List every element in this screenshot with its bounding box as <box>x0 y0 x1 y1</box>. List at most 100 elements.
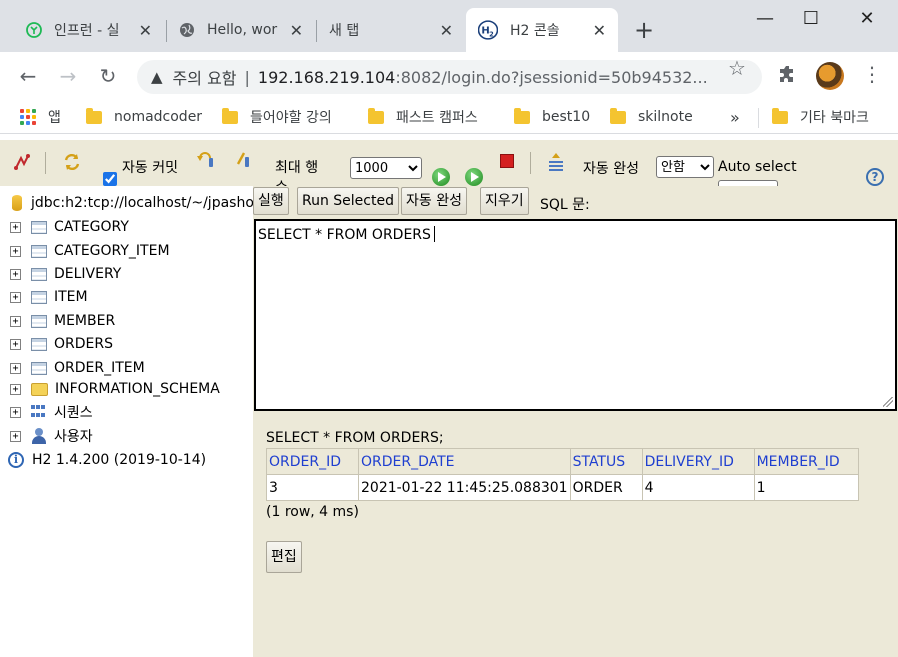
tree-table-row[interactable]: + ORDER_ITEM <box>10 358 145 378</box>
column-header[interactable]: ORDER_DATE <box>358 448 571 475</box>
expand-icon[interactable]: + <box>10 291 21 303</box>
expand-icon[interactable]: + <box>10 221 21 233</box>
version-label: H2 1.4.200 (2019-10-14) <box>32 452 207 468</box>
folder-icon <box>222 107 238 124</box>
table-cell: 1 <box>753 474 859 501</box>
bookmark-nomadcoder[interactable]: nomadcoder <box>86 106 202 128</box>
tree-table-row[interactable]: + CATEGORY <box>10 217 129 237</box>
table-icon <box>31 290 47 304</box>
user-icon <box>31 428 47 444</box>
autocomplete-select[interactable]: 안함 <box>656 156 714 178</box>
tab-new-tab[interactable]: 새 탭 ✕ <box>317 8 465 52</box>
expand-icon[interactable]: + <box>10 383 21 395</box>
url-host[interactable]: 192.168.219.104 <box>258 68 395 87</box>
close-icon[interactable]: ✕ <box>440 21 453 40</box>
svg-text:2: 2 <box>489 31 494 39</box>
execute-selected-icon[interactable] <box>465 168 483 186</box>
back-icon[interactable]: ← <box>16 64 40 88</box>
expand-icon[interactable]: + <box>10 315 21 327</box>
security-label[interactable]: 주의 요함 <box>173 65 237 89</box>
help-icon[interactable]: ? <box>866 168 884 186</box>
folder-icon <box>31 382 48 396</box>
close-icon[interactable]: ✕ <box>593 21 606 40</box>
run-selected-button[interactable]: Run Selected <box>297 187 399 215</box>
profile-avatar[interactable] <box>816 62 844 90</box>
sql-editor[interactable]: SELECT * FROM ORDERS <box>254 219 897 411</box>
minimize-icon[interactable]: — <box>742 8 788 29</box>
tree-table-row[interactable]: + CATEGORY_ITEM <box>10 241 170 261</box>
tree-table-row[interactable]: + ORDERS <box>10 334 113 354</box>
bookmarks-overflow-button[interactable]: » <box>730 106 740 128</box>
clear-button[interactable]: 지우기 <box>480 187 529 215</box>
address-bar[interactable]: ▲ 주의 요함 | 192.168.219.104:8082/login.do?… <box>137 60 762 94</box>
maximize-icon[interactable]: ☐ <box>788 8 834 29</box>
table-icon <box>31 314 47 328</box>
rollback-icon[interactable] <box>196 150 216 170</box>
expand-icon[interactable]: + <box>10 406 21 418</box>
bookmark-skilnote[interactable]: skilnote <box>610 106 693 128</box>
extensions-icon[interactable] <box>778 64 798 84</box>
forward-icon[interactable]: → <box>56 64 80 88</box>
refresh-icon[interactable] <box>62 152 82 172</box>
column-header[interactable]: ORDER_ID <box>266 448 359 475</box>
expand-icon[interactable]: + <box>10 362 21 374</box>
auto-select-label: Auto select <box>718 159 797 175</box>
autocomplete-button[interactable]: 자동 완성 <box>401 187 467 215</box>
close-icon[interactable]: ✕ <box>139 21 152 40</box>
more-menu-icon[interactable]: ⋮ <box>862 62 882 86</box>
autocommit-checkbox[interactable] <box>103 172 117 186</box>
bookmark-best10[interactable]: best10 <box>514 106 590 128</box>
column-header[interactable]: STATUS <box>569 448 643 475</box>
table-icon <box>31 267 47 281</box>
expand-icon[interactable]: + <box>10 268 21 280</box>
new-tab-button[interactable]: + <box>634 18 654 42</box>
table-cell: 4 <box>641 474 755 501</box>
reload-icon[interactable]: ↻ <box>96 64 120 88</box>
bookmark-apps[interactable]: 앱 <box>20 106 61 128</box>
run-button[interactable]: 실행 <box>253 187 289 215</box>
stop-icon[interactable] <box>500 154 514 168</box>
tree-table-row[interactable]: + DELIVERY <box>10 264 121 284</box>
column-header[interactable]: MEMBER_ID <box>753 448 859 475</box>
url-path[interactable]: :8082/login.do?jsessionid=50b94532... <box>395 68 707 87</box>
table-icon <box>31 337 47 351</box>
tree-connection[interactable]: jdbc:h2:tcp://localhost/~/jpashop <box>10 193 263 213</box>
history-icon[interactable] <box>546 152 566 172</box>
bookmark-lectures[interactable]: 들어야할 강의 <box>222 106 332 128</box>
disconnect-icon[interactable] <box>12 152 32 172</box>
tree-sequences-row[interactable]: + 시퀀스 <box>10 402 93 422</box>
bookmark-label: 앱 <box>48 110 61 126</box>
resize-handle-icon[interactable] <box>883 397 893 407</box>
info-icon: i <box>8 452 24 468</box>
tree-schema-row[interactable]: + INFORMATION_SCHEMA <box>10 379 220 399</box>
tree-table-row[interactable]: + ITEM <box>10 287 88 307</box>
table-name: MEMBER <box>54 313 116 329</box>
max-rows-select[interactable]: 1000 <box>350 157 422 179</box>
tab-h2-console[interactable]: H 2 H2 콘솔 ✕ <box>466 8 618 52</box>
autocomplete-label: 자동 완성 <box>583 161 639 177</box>
tree-table-row[interactable]: + MEMBER <box>10 311 115 331</box>
window-close-icon[interactable]: ✕ <box>844 8 890 29</box>
tab-hello-world[interactable]: Hello, wor ✕ <box>167 8 315 52</box>
bookmark-fastcampus[interactable]: 패스트 캠퍼스 <box>368 106 478 128</box>
edit-button[interactable]: 편집 <box>266 541 302 573</box>
execute-icon[interactable] <box>432 168 450 186</box>
table-name: DELIVERY <box>54 266 122 282</box>
expand-icon[interactable]: + <box>10 430 21 442</box>
address-separator: | <box>244 67 250 87</box>
globe-icon <box>180 23 194 37</box>
close-icon[interactable]: ✕ <box>290 21 303 40</box>
tree-users-row[interactable]: + 사용자 <box>10 426 93 446</box>
table-cell: 3 <box>266 474 359 501</box>
column-header[interactable]: DELIVERY_ID <box>641 448 755 475</box>
commit-icon[interactable] <box>234 150 254 170</box>
expand-icon[interactable]: + <box>10 338 21 350</box>
bookmark-star-icon[interactable]: ☆ <box>728 56 746 80</box>
tab-inflearn[interactable]: 인프런 - 실 ✕ <box>14 8 164 52</box>
warning-icon[interactable]: ▲ <box>151 68 163 86</box>
tab-title: 인프런 - 실 <box>54 23 120 39</box>
text-caret <box>433 226 435 242</box>
bookmarks-divider <box>758 108 759 128</box>
expand-icon[interactable]: + <box>10 245 21 257</box>
bookmark-other[interactable]: 기타 북마크 <box>772 106 869 128</box>
